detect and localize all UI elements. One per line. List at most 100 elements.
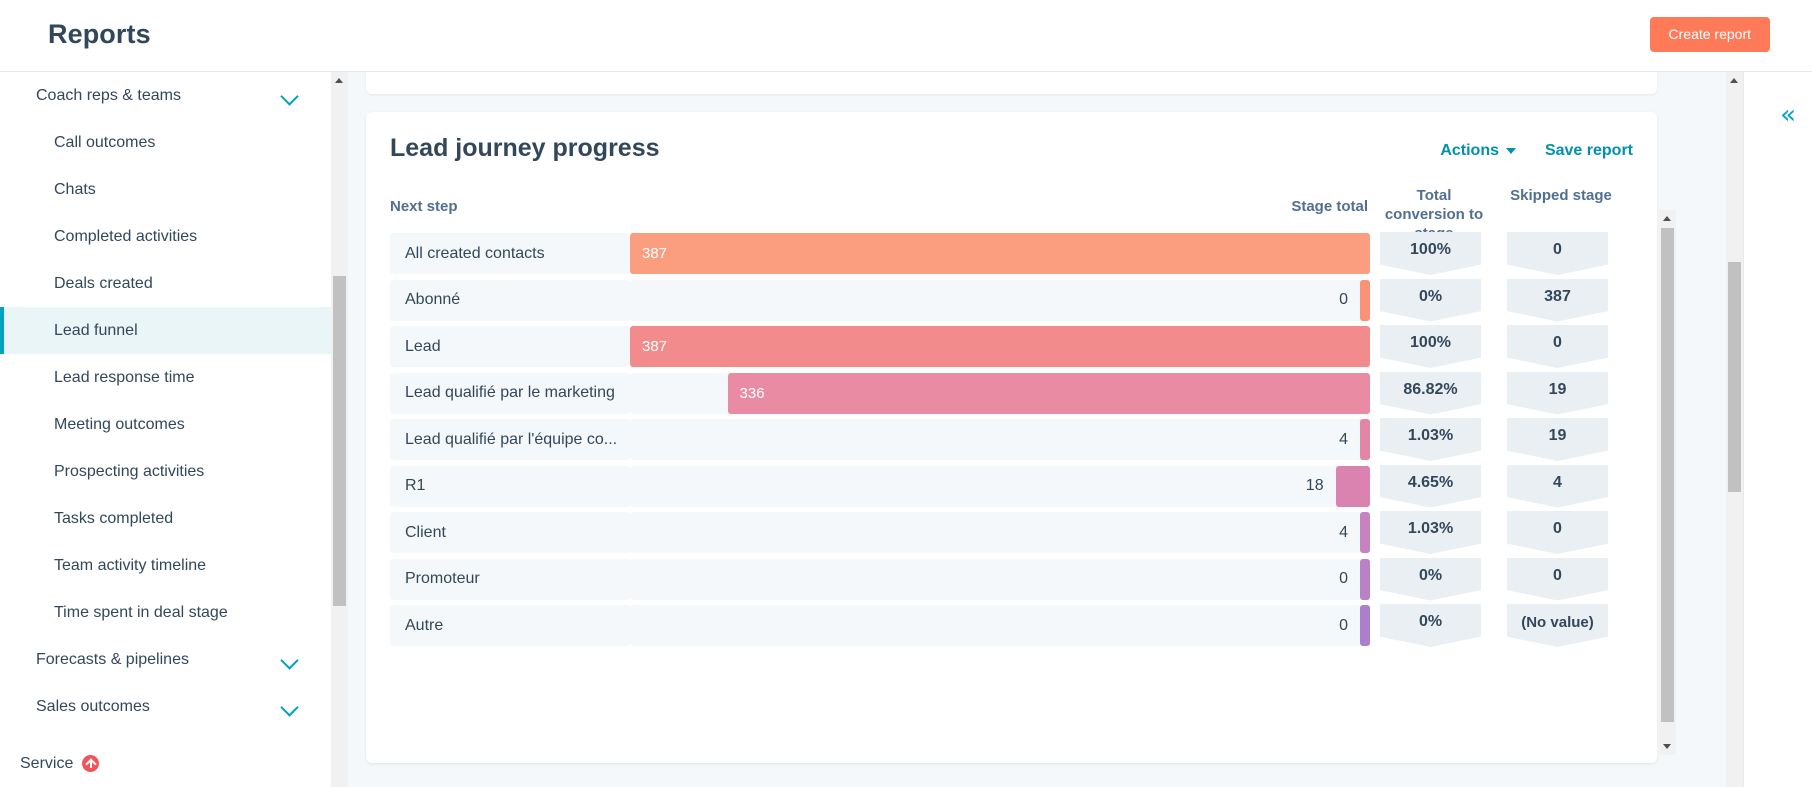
table-row: Promoteur00%0 <box>366 556 1631 603</box>
sidebar-item-chats[interactable]: Chats <box>0 166 347 213</box>
sidebar-item-deals-created[interactable]: Deals created <box>0 260 347 307</box>
sidebar-item-meeting-outcomes[interactable]: Meeting outcomes <box>0 401 347 448</box>
stage-bar-track: 0 <box>630 280 1370 321</box>
sidebar-scrollbar[interactable] <box>331 72 348 787</box>
skipped-stage-chevron: 0 <box>1507 325 1608 368</box>
sidebar-item-label: Team activity timeline <box>54 557 206 575</box>
actions-button[interactable]: Actions <box>1440 142 1516 160</box>
stage-bar <box>1360 512 1370 553</box>
stage-bar <box>1360 280 1370 321</box>
stage-bar-track: 0 <box>630 559 1370 600</box>
page-scrollbar-thumb[interactable] <box>1728 262 1741 492</box>
report-card-header: Lead journey progress Actions Save repor… <box>366 112 1657 178</box>
skipped-stage-chevron: 19 <box>1507 372 1608 415</box>
page-title: Reports <box>48 19 151 50</box>
funnel-table: Next step Stage total Total conversion t… <box>366 178 1657 763</box>
page-scrollbar[interactable] <box>1726 72 1743 787</box>
upgrade-icon <box>82 755 99 772</box>
stage-total-value: 0 <box>1339 280 1348 321</box>
conversion-chevron: 4.65% <box>1380 465 1481 508</box>
table-row: Autre00%(No value) <box>366 602 1631 649</box>
funnel-rows: All created contacts387100%0Abonné00%387… <box>366 230 1631 649</box>
table-row: Abonné00%387 <box>366 277 1631 324</box>
funnel-scrollbar-thumb[interactable] <box>1661 228 1674 722</box>
stage-label: Lead <box>390 326 630 367</box>
stage-total-value: 4 <box>1339 512 1348 553</box>
skipped-stage-chevron: 0 <box>1507 511 1608 554</box>
sidebar-item-prospecting-activities[interactable]: Prospecting activities <box>0 448 347 495</box>
sidebar-item-team-activity-timeline[interactable]: Team activity timeline <box>0 542 347 589</box>
chevron-down-icon <box>281 698 299 716</box>
sidebar-item-label: Tasks completed <box>54 510 173 528</box>
stage-bar: 336 <box>728 373 1370 414</box>
chevron-down-icon <box>1506 148 1516 154</box>
stage-label: Client <box>390 512 630 553</box>
column-header-next-step: Next step <box>390 197 458 216</box>
stage-bar-track: 4 <box>630 512 1370 553</box>
save-report-button[interactable]: Save report <box>1545 142 1633 160</box>
stage-bar <box>1360 419 1370 460</box>
stage-bar: 387 <box>630 326 1370 367</box>
stage-bar-track: 387 <box>630 326 1370 367</box>
conversion-chevron: 86.82% <box>1380 372 1481 415</box>
funnel-scroll-up-arrow-icon[interactable] <box>1659 210 1676 227</box>
sidebar-item-lead-response-time[interactable]: Lead response time <box>0 354 347 401</box>
sidebar-group-label: Sales outcomes <box>36 698 150 716</box>
column-header-skipped-stage: Skipped stage <box>1506 186 1616 205</box>
sidebar-item-label: Deals created <box>54 275 153 293</box>
funnel-scroll-down-arrow-icon[interactable] <box>1659 738 1676 755</box>
stage-bar-track: 4 <box>630 419 1370 460</box>
sidebar-item-label: Call outcomes <box>54 134 155 152</box>
sidebar-group-label: Coach reps & teams <box>36 87 181 105</box>
sidebar-scrollbar-thumb[interactable] <box>333 276 346 606</box>
stage-bar <box>1336 466 1370 507</box>
lead-journey-progress-card: Lead journey progress Actions Save repor… <box>366 112 1657 763</box>
stage-bar-track: 18 <box>630 466 1370 507</box>
conversion-chevron: 1.03% <box>1380 418 1481 461</box>
table-row: R1184.65%4 <box>366 463 1631 510</box>
top-bar: Reports Create report <box>0 0 1812 72</box>
sidebar-group-coach-reps-teams[interactable]: Coach reps & teams <box>0 72 347 119</box>
skipped-stage-chevron: 0 <box>1507 558 1608 601</box>
table-row: Client41.03%0 <box>366 509 1631 556</box>
sidebar-item-label: Meeting outcomes <box>54 416 185 434</box>
sidebar-group-sales-outcomes[interactable]: Sales outcomes <box>0 683 347 730</box>
stage-bar <box>1360 559 1370 600</box>
sidebar-item-tasks-completed[interactable]: Tasks completed <box>0 495 347 542</box>
sidebar-group-forecasts-pipelines[interactable]: Forecasts & pipelines <box>0 636 347 683</box>
sidebar-item-service[interactable]: Service <box>0 740 347 787</box>
table-row: All created contacts387100%0 <box>366 230 1631 277</box>
conversion-chevron: 100% <box>1380 325 1481 368</box>
stage-bar-track: 0 <box>630 605 1370 646</box>
sidebar-item-label: Time spent in deal stage <box>54 604 228 622</box>
previous-card-stub <box>366 72 1657 94</box>
stage-label: Abonné <box>390 280 630 321</box>
stage-total-value: 4 <box>1339 419 1348 460</box>
stage-label: Lead qualifié par le marketing <box>390 373 630 414</box>
sidebar-item-call-outcomes[interactable]: Call outcomes <box>0 119 347 166</box>
chevron-down-icon <box>281 651 299 669</box>
sidebar-group-label: Forecasts & pipelines <box>36 651 189 669</box>
stage-bar <box>1360 605 1370 646</box>
table-row: Lead qualifié par le marketing 33686.82% 1… <box>366 370 1631 417</box>
table-row: Lead387100% 0 <box>366 323 1631 370</box>
conversion-chevron: 0% <box>1380 558 1481 601</box>
stage-bar-track: 387 <box>630 233 1370 274</box>
sidebar-item-lead-funnel[interactable]: Lead funnel <box>0 307 347 354</box>
sidebar-item-completed-activities[interactable]: Completed activities <box>0 213 347 260</box>
stage-label: Promoteur <box>390 559 630 600</box>
stage-label: Autre <box>390 605 630 646</box>
report-title: Lead journey progress <box>390 134 660 163</box>
skipped-stage-chevron: 19 <box>1507 418 1608 461</box>
collapse-panel-icon[interactable]: « <box>1780 102 1796 128</box>
reports-sidebar: Coach reps & teams Call outcomes ChatsComp… <box>0 72 348 787</box>
chevron-down-icon <box>281 87 299 105</box>
funnel-scrollbar[interactable] <box>1659 210 1676 755</box>
stage-total-value: 0 <box>1339 605 1348 646</box>
scroll-up-arrow-icon[interactable] <box>331 72 348 89</box>
sidebar-item-time-spent-in-deal-stage[interactable]: Time spent in deal stage <box>0 589 347 636</box>
actions-label: Actions <box>1440 142 1499 160</box>
funnel-column-headers: Next step Stage total Total conversion t… <box>366 178 1657 230</box>
create-report-button[interactable]: Create report <box>1650 17 1770 52</box>
page-scroll-up-arrow-icon[interactable] <box>1726 72 1743 89</box>
